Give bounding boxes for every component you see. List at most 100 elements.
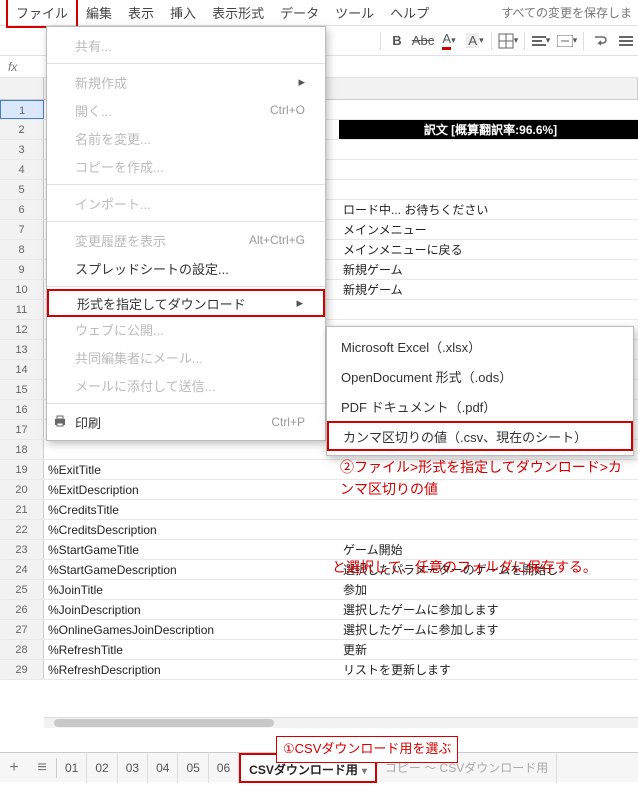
menu-view[interactable]: 表示 (120, 0, 162, 26)
row-header[interactable]: 7 (0, 220, 44, 239)
more-button[interactable] (614, 29, 638, 53)
cell[interactable]: 新規ゲーム (339, 260, 638, 279)
cell[interactable]: 参加 (339, 580, 638, 599)
submenu-csv[interactable]: カンマ区切りの値（.csv、現在のシート） (327, 421, 633, 451)
row-header[interactable]: 3 (0, 140, 44, 159)
align-button[interactable]: ▾ (529, 29, 553, 53)
cell[interactable]: 選択したゲームに参加します (339, 600, 638, 619)
row-header[interactable]: 15 (0, 380, 44, 399)
cell[interactable]: %OnlineGamesJoinDescription (44, 620, 339, 639)
row-header[interactable]: 26 (0, 600, 44, 619)
cell[interactable] (339, 180, 638, 199)
borders-button[interactable]: ▾ (496, 29, 520, 53)
menu-make-copy[interactable]: コピーを作成... (47, 152, 325, 180)
menu-spreadsheet-settings[interactable]: スプレッドシートの設定... (47, 254, 325, 282)
cell[interactable] (339, 300, 638, 319)
menu-tools[interactable]: ツール (327, 0, 382, 26)
cell[interactable]: %CreditsTitle (44, 500, 339, 519)
sheet-tab[interactable]: 02 (87, 753, 117, 783)
wrap-button[interactable] (588, 29, 612, 53)
row-header[interactable]: 27 (0, 620, 44, 639)
menu-new[interactable]: 新規作成▸ (47, 68, 325, 96)
row-header[interactable]: 14 (0, 360, 44, 379)
menu-email-attachment[interactable]: メールに添付して送信... (47, 371, 325, 399)
cell[interactable]: %ExitTitle (44, 460, 339, 479)
submenu-pdf[interactable]: PDF ドキュメント（.pdf） (327, 393, 633, 423)
menu-email-collaborators[interactable]: 共同編集者にメール... (47, 343, 325, 371)
row-header[interactable]: 19 (0, 460, 44, 479)
cell[interactable] (339, 160, 638, 179)
menu-open[interactable]: 開く...Ctrl+O (47, 96, 325, 124)
scrollbar-thumb[interactable] (54, 719, 274, 727)
row-header[interactable]: 28 (0, 640, 44, 659)
menu-publish[interactable]: ウェブに公開... (47, 315, 325, 343)
bold-button[interactable]: B (385, 29, 409, 53)
cell[interactable] (339, 140, 638, 159)
row-header[interactable]: 18 (0, 440, 44, 459)
cell[interactable]: ロード中... お待ちください (339, 200, 638, 219)
submenu-ods[interactable]: OpenDocument 形式（.ods） (327, 363, 633, 393)
cell[interactable]: メインメニューに戻る (339, 240, 638, 259)
row-header[interactable]: 1 (0, 100, 44, 119)
cell[interactable]: 更新 (339, 640, 638, 659)
cell[interactable] (44, 440, 339, 459)
cell[interactable] (339, 520, 638, 539)
row-header[interactable]: 12 (0, 320, 44, 339)
cell[interactable]: %ExitDescription (44, 480, 339, 499)
row-header[interactable]: 2 (0, 120, 44, 139)
row-header[interactable]: 21 (0, 500, 44, 519)
menu-import[interactable]: インポート... (47, 189, 325, 217)
add-sheet-button[interactable]: + (0, 759, 28, 777)
menu-download-as[interactable]: 形式を指定してダウンロード▸ (47, 289, 325, 317)
cell[interactable] (339, 500, 638, 519)
all-sheets-button[interactable]: ≡ (28, 759, 56, 777)
cell[interactable]: %JoinTitle (44, 580, 339, 599)
cell[interactable]: 選択したゲームに参加します (339, 620, 638, 639)
cell[interactable]: %RefreshTitle (44, 640, 339, 659)
sheet-tab[interactable]: 04 (148, 753, 178, 783)
cell[interactable]: %RefreshDescription (44, 660, 339, 679)
cell[interactable]: リストを更新します (339, 660, 638, 679)
row-header[interactable]: 23 (0, 540, 44, 559)
menu-print[interactable]: 印刷Ctrl+P (47, 408, 325, 436)
row-header[interactable]: 16 (0, 400, 44, 419)
menu-revision[interactable]: 変更履歴を表示Alt+Ctrl+G (47, 226, 325, 254)
cell[interactable]: %JoinDescription (44, 600, 339, 619)
menu-rename[interactable]: 名前を変更... (47, 124, 325, 152)
row-header[interactable]: 10 (0, 280, 44, 299)
row-header[interactable]: 11 (0, 300, 44, 319)
menu-file[interactable]: ファイル (6, 0, 78, 28)
menu-edit[interactable]: 編集 (78, 0, 120, 26)
row-header[interactable]: 24 (0, 560, 44, 579)
sheet-tab[interactable]: 06 (209, 753, 239, 783)
sheet-tab[interactable]: 03 (118, 753, 148, 783)
menu-format[interactable]: 表示形式 (204, 0, 272, 26)
cell[interactable]: %StartGameDescription (44, 560, 339, 579)
row-header[interactable]: 29 (0, 660, 44, 679)
menu-share[interactable]: 共有... (47, 31, 325, 59)
cell[interactable]: %StartGameTitle (44, 540, 339, 559)
cell[interactable]: %CreditsDescription (44, 520, 339, 539)
sheet-tab[interactable]: 01 (57, 753, 87, 783)
fill-color-button[interactable]: A▾ (463, 29, 487, 53)
horizontal-scrollbar[interactable] (44, 717, 638, 728)
row-header[interactable]: 4 (0, 160, 44, 179)
strike-button[interactable]: Abc (411, 29, 435, 53)
row-header[interactable]: 17 (0, 420, 44, 439)
sheet-tab[interactable]: 05 (178, 753, 208, 783)
row-header[interactable]: 22 (0, 520, 44, 539)
submenu-xlsx[interactable]: Microsoft Excel（.xlsx） (327, 333, 633, 363)
text-color-button[interactable]: A▾ (437, 29, 461, 53)
menu-insert[interactable]: 挿入 (162, 0, 204, 26)
row-header[interactable]: 8 (0, 240, 44, 259)
select-all-corner[interactable] (0, 78, 44, 99)
row-header[interactable]: 6 (0, 200, 44, 219)
row-header[interactable]: 9 (0, 260, 44, 279)
row-header[interactable]: 5 (0, 180, 44, 199)
row-header[interactable]: 20 (0, 480, 44, 499)
cell[interactable]: 新規ゲーム (339, 280, 638, 299)
cell[interactable]: メインメニュー (339, 220, 638, 239)
cell[interactable] (339, 100, 638, 119)
menu-data[interactable]: データ (272, 0, 327, 26)
cell[interactable]: 訳文 [概算翻訳率:96.6%] (339, 120, 638, 139)
